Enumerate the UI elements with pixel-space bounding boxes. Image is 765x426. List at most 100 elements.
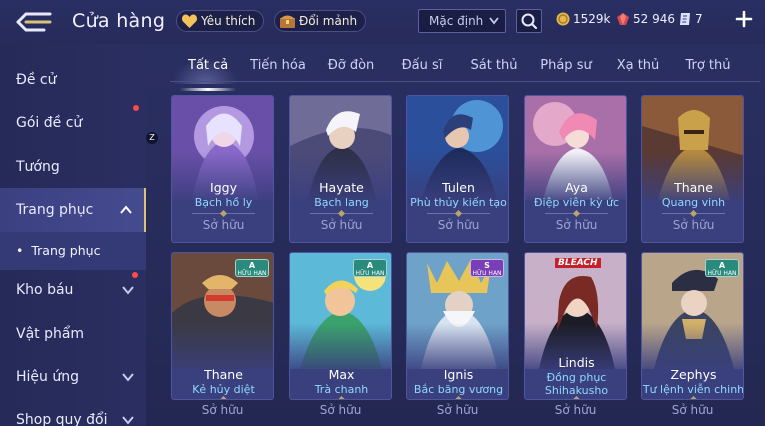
top-bar: Cửa hàng Yêu thích Đổi mảnh Mặc định 152… <box>0 0 765 44</box>
hero-name: Ignis <box>443 367 474 382</box>
tab-support[interactable]: Trợ thủ <box>684 58 732 73</box>
exchange-label: Đổi mảnh <box>299 14 358 28</box>
skin-card[interactable]: A HỮU HẠN Max Trà chanh <box>289 252 392 400</box>
sort-selected-value: Mặc định <box>429 14 484 28</box>
card-divider <box>310 399 373 400</box>
card-divider <box>192 213 255 214</box>
tab-label: Xạ thủ <box>616 58 660 73</box>
tab-all[interactable]: Tất cả <box>180 58 236 91</box>
owned-status: Sở hữu <box>202 218 245 232</box>
sidebar-subitem-skins[interactable]: Trang phục <box>0 232 146 270</box>
skin-card[interactable]: Iggy Bạch hồ ly Sở hữu <box>171 95 274 243</box>
sidebar: Đề cử Gói đề cử Tướng Trang phục Trang p… <box>0 44 146 426</box>
sort-dropdown[interactable]: Mặc định <box>418 9 506 33</box>
gold-coin-icon <box>556 12 570 26</box>
sidebar-item-recommended[interactable]: Đề cử <box>0 58 146 102</box>
ruby-currency: 52 946 <box>616 11 675 27</box>
sidebar-item-heroes[interactable]: Tướng <box>0 145 146 189</box>
tab-label: Tất cả <box>188 58 229 73</box>
chevron-down-icon <box>489 17 499 25</box>
voucher-currency: 7 <box>678 11 703 27</box>
hero-name: Zephys <box>670 367 717 382</box>
tier-badge: A HỮU HẠN <box>705 259 739 277</box>
owned-status: Sở hữu <box>320 218 363 232</box>
sidebar-item-label: Tướng <box>16 159 60 175</box>
hero-name: Max <box>328 367 355 382</box>
tab-label: Tiến hóa <box>250 58 306 73</box>
plus-icon <box>735 10 753 28</box>
tier-label: HỮU HẠN <box>472 270 502 277</box>
card-divider <box>427 399 490 400</box>
gold-amount: 1529k <box>573 12 611 26</box>
category-tabs: Tất cả Tiến hóa Đỡ đòn Đấu sĩ Sát thủ Ph… <box>170 50 760 91</box>
tab-mage[interactable]: Pháp sư <box>540 58 592 73</box>
sidebar-item-skins[interactable]: Trang phục <box>0 188 146 232</box>
chevron-down-icon <box>122 416 134 425</box>
skin-name: Bạch hồ ly <box>194 196 253 209</box>
tab-fighter[interactable]: Đấu sĩ <box>400 58 444 73</box>
tab-assassin[interactable]: Sát thủ <box>470 58 518 73</box>
chevron-down-icon <box>122 373 134 382</box>
tier-label: HỮU HẠN <box>355 270 385 277</box>
hero-name: Iggy <box>210 180 237 195</box>
owned-status: Sở hữu <box>554 403 597 417</box>
tab-label: Trợ thủ <box>685 58 731 73</box>
skin-card[interactable]: A HỮU HẠN Thane Kẻ hủy diệt <box>171 252 274 400</box>
sidebar-item-recommended-packs[interactable]: Gói đề cử <box>0 101 146 145</box>
search-icon <box>521 13 538 30</box>
skin-name: Đồng phục Shihakusho <box>544 371 609 397</box>
sidebar-item-label: Gói đề cử <box>16 115 83 131</box>
tier-badge: A HỮU HẠN <box>353 259 387 277</box>
sidebar-item-label: Vật phẩm <box>16 326 85 342</box>
ruby-icon <box>617 13 629 25</box>
sidebar-item-effects[interactable]: Hiệu ứng <box>0 355 146 399</box>
tab-evolution[interactable]: Tiến hóa <box>250 58 306 73</box>
skin-card[interactable]: S HỮU HẠN Ignis Bắc băng vương <box>406 252 509 400</box>
treasure-chest-icon <box>280 15 295 28</box>
skin-card[interactable]: BLEACH Lindis Đồng phục Shihakusho <box>524 252 627 400</box>
favorites-button[interactable]: Yêu thích <box>176 10 265 32</box>
sidebar-item-items[interactable]: Vật phẩm <box>0 312 146 356</box>
skin-card[interactable]: Thane Quang vinh Sở hữu <box>641 95 744 243</box>
floating-badge[interactable]: Z <box>146 132 158 144</box>
hero-name: Hayate <box>319 180 364 195</box>
sidebar-item-label: Đề cử <box>16 72 57 88</box>
search-button[interactable] <box>516 9 542 33</box>
add-currency-button[interactable] <box>734 9 754 29</box>
collab-logo: BLEACH <box>555 258 601 268</box>
skin-name: Phù thủy kiến tạo <box>410 196 507 209</box>
chevron-up-icon <box>120 205 132 214</box>
skin-card[interactable]: Hayate Bạch lang Sở hữu <box>289 95 392 243</box>
notification-dot <box>132 272 138 278</box>
hero-name: Tulen <box>442 180 475 195</box>
card-shade <box>642 323 743 373</box>
ruby-amount: 52 946 <box>633 12 675 26</box>
skin-name: Quang vinh <box>661 196 726 209</box>
skin-name: Điệp viên kỳ ức <box>533 196 620 209</box>
sidebar-item-label: Hiệu ứng <box>16 369 79 385</box>
hero-name: Thane <box>204 367 243 382</box>
sidebar-item-treasure[interactable]: Kho báu <box>0 268 146 312</box>
voucher-amount: 7 <box>695 12 703 26</box>
tab-marksman[interactable]: Xạ thủ <box>616 58 660 73</box>
card-shade <box>290 323 391 373</box>
tier-badge: S HỮU HẠN <box>470 259 504 277</box>
favorites-label: Yêu thích <box>201 14 256 28</box>
skin-name: Bắc băng vương <box>413 383 504 396</box>
exchange-button[interactable]: Đổi mảnh <box>274 10 367 32</box>
tab-tank[interactable]: Đỡ đòn <box>327 58 375 73</box>
skin-card[interactable]: Tulen Phù thủy kiến tạo Sở hữu <box>406 95 509 243</box>
sidebar-item-exchange-shop[interactable]: Shop quy đổi <box>0 398 146 426</box>
card-shade <box>407 323 508 373</box>
tier-letter: A <box>366 261 374 270</box>
tier-label: HỮU HẠN <box>707 270 737 277</box>
heart-icon <box>181 14 198 28</box>
hero-name: Lindis <box>558 355 595 370</box>
back-button[interactable] <box>14 10 54 34</box>
owned-status: Sở hữu <box>672 218 715 232</box>
skin-card[interactable]: A HỮU HẠN Zephys Tư lệnh viễn chinh <box>641 252 744 400</box>
tier-badge: A HỮU HẠN <box>235 259 269 277</box>
tab-label: Đấu sĩ <box>401 58 443 73</box>
tab-label: Pháp sư <box>540 58 592 73</box>
skin-card[interactable]: Aya Điệp viên kỳ ức Sở hữu <box>524 95 627 243</box>
